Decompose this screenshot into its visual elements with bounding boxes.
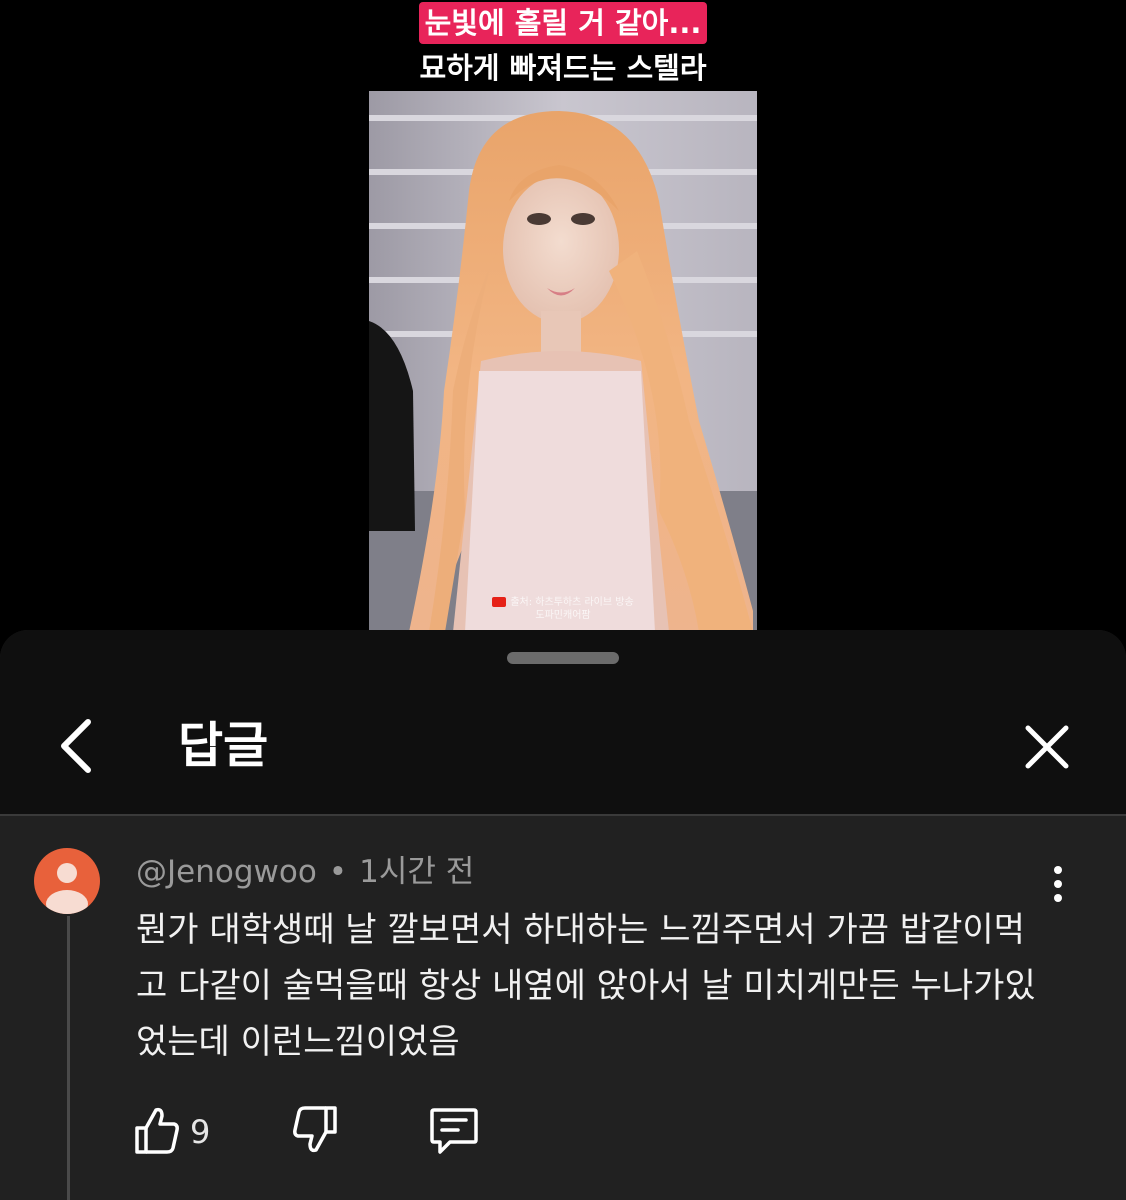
sheet-header: 답글 [0,630,1126,816]
comment-text: 뭔가 대학생때 날 깔보면서 하대하는 느낌주면서 가끔 밥같이먹고 다같이 술… [136,910,1036,1062]
thread-line [67,916,70,1200]
comment-actions [132,1102,492,1162]
video-player[interactable]: 눈빛에 홀릴 거 같아... 묘하게 빠져드는 스텔라 출처: 하츠투하츠 라이… [0,0,1126,632]
video-frame-image: 출처: 하츠투하츠 라이브 방송 도파민캐어팜 [369,91,757,632]
youtube-icon [492,597,507,607]
comment-meta: @Jenogwoo • 1시간 전 [136,852,474,892]
more-vert-icon [1054,866,1062,902]
thumbs-up-icon [135,1107,179,1154]
more-options-button[interactable] [1040,862,1076,906]
video-credit: 출처: 하츠투하츠 라이브 방송 도파민캐어팜 [369,596,757,622]
close-button[interactable] [1020,720,1074,774]
caption-line-1: 눈빛에 홀릴 거 같아... [0,2,1126,44]
thumbs-down-icon [293,1106,337,1153]
comment: @Jenogwoo • 1시간 전 뭔가 대학생때 날 깔보면서 하대하는 느낌주면… [0,816,1126,1200]
like-button[interactable] [132,1102,182,1158]
reply-button[interactable] [428,1102,480,1158]
drag-handle[interactable] [507,652,619,664]
sheet-title: 답글 [178,717,269,774]
back-arrow-icon [61,719,91,773]
user-avatar-icon [46,863,88,914]
comment-author[interactable]: @Jenogwoo [136,854,317,890]
reply-icon [430,1108,478,1154]
caption-line-2: 묘하게 빠져드는 스텔라 [419,51,707,85]
meta-separator: • [328,854,348,890]
back-button[interactable] [52,716,102,776]
comment-time: 1시간 전 [359,854,475,890]
like-count: 9 [190,1113,211,1151]
close-icon [1025,725,1069,769]
replies-sheet: 답글 @Jenogwoo • 1시간 전 뭔가 대학생때 날 깔보면서 하대하는… [0,630,1126,1200]
avatar[interactable] [34,848,100,914]
dislike-button[interactable] [290,1102,340,1158]
